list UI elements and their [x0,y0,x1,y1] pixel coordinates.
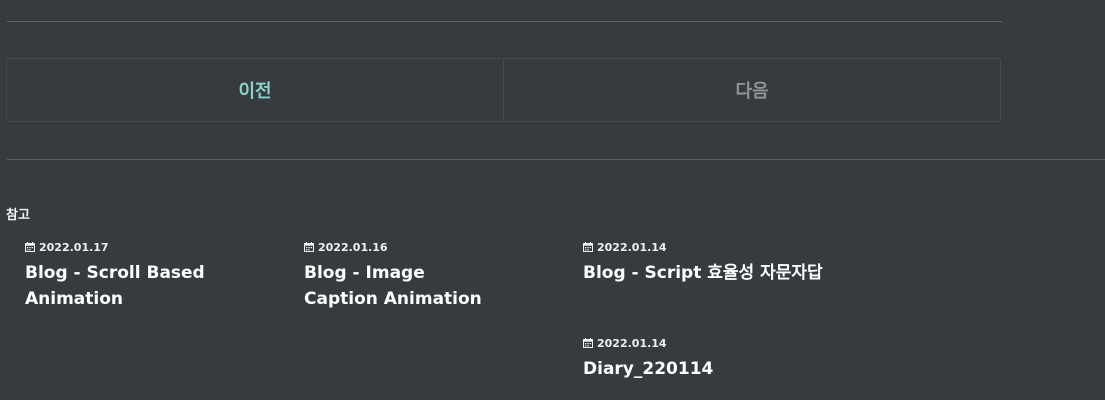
post-title-link[interactable]: Blog - Script 효율성 자문자답 [583,260,883,286]
calendar-icon [583,338,593,348]
related-post-card: 2022.01.14 Diary_220114 [583,336,833,382]
page: 이전 다음 참고 2022.01.17 Blog - Scroll Based … [0,0,1105,400]
related-posts-heading: 참고 [6,208,30,223]
post-title-link[interactable]: Diary_220114 [583,356,833,382]
top-divider [7,21,1002,22]
post-date-text: 2022.01.14 [597,240,667,254]
calendar-icon [583,242,593,252]
related-post-card: 2022.01.16 Blog - Image Caption Animatio… [304,240,504,312]
post-date-text: 2022.01.14 [597,336,667,350]
post-title-link[interactable]: Blog - Scroll Based Animation [25,260,275,312]
next-post-label: 다음 [735,81,769,102]
section-divider [7,159,1105,160]
post-date: 2022.01.14 [583,240,883,254]
calendar-icon [25,242,35,252]
post-date-text: 2022.01.16 [318,240,388,254]
related-post-card: 2022.01.17 Blog - Scroll Based Animation [25,240,275,312]
post-date: 2022.01.16 [304,240,504,254]
next-post-button[interactable]: 다음 [503,59,1000,121]
post-date: 2022.01.14 [583,336,833,350]
related-post-card: 2022.01.14 Blog - Script 효율성 자문자답 [583,240,883,286]
previous-post-button[interactable]: 이전 [7,59,503,121]
post-date: 2022.01.17 [25,240,275,254]
calendar-icon [304,242,314,252]
post-date-text: 2022.01.17 [39,240,109,254]
post-title-link[interactable]: Blog - Image Caption Animation [304,260,504,312]
previous-post-label: 이전 [238,81,272,102]
post-pagination: 이전 다음 [6,58,1001,122]
